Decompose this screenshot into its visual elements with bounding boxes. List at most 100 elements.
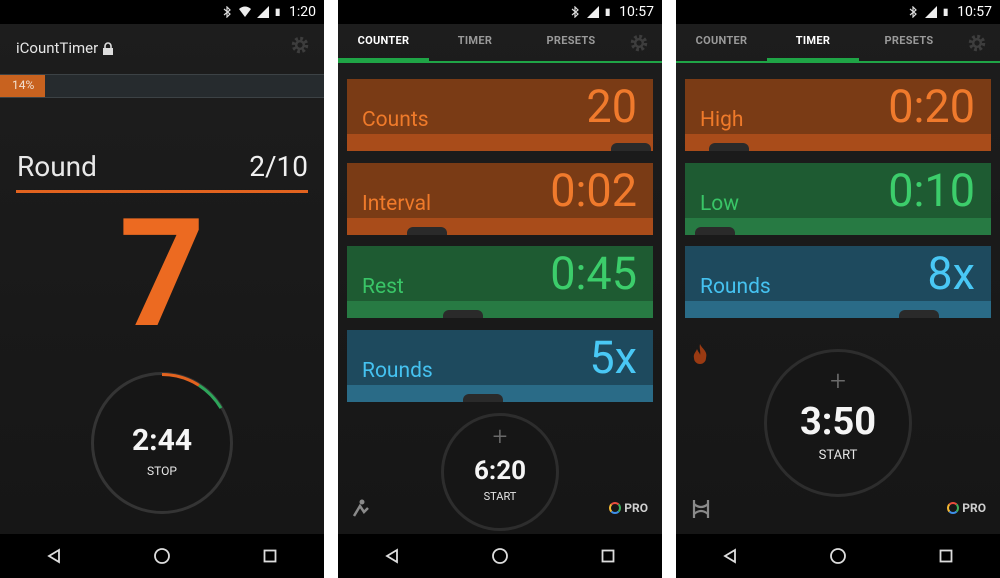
rest-card[interactable]: Rest 0:45 [347,246,653,318]
status-bar: 10:57 [676,0,1000,24]
start-button[interactable]: + 6:20 START [441,413,559,531]
timer-time: 6:20 [473,456,527,486]
card-label: Counts [362,108,429,132]
stop-button[interactable]: 2:44 STOP [91,372,233,514]
interval-card[interactable]: Interval 0:02 [347,163,653,235]
battery-icon [943,8,948,16]
card-label: Low [700,192,740,216]
home-button[interactable] [480,536,520,576]
timer-action: STOP [147,464,177,478]
low-card[interactable]: Low 0:10 [685,163,991,235]
tab-bar: COUNTER TIMER PRESETS [676,24,1000,62]
timer-action: START [483,490,517,503]
tab-timer[interactable]: TIMER [429,24,521,62]
back-button[interactable] [34,536,74,576]
navigation-bar [676,534,1000,578]
back-icon [47,548,60,564]
back-button[interactable] [372,536,412,576]
card-band [347,301,653,318]
card-label: Rounds [362,359,433,383]
card-handle[interactable] [611,143,651,151]
tab-bar: COUNTER TIMER PRESETS [338,24,662,62]
battery-icon [275,8,280,16]
main-content: iCountTimer 14% Round 2/10 7 2:44 STOP [0,24,324,534]
timer-arc-segment [161,373,200,387]
pro-label: PRO [624,501,648,515]
timer-arc-segment [198,384,223,409]
rounds-card[interactable]: Rounds 8x [685,246,991,318]
pro-ring-icon [609,502,622,514]
back-icon [723,548,736,564]
card-handle[interactable] [407,227,447,235]
home-icon [830,548,846,564]
card-band [685,301,991,318]
current-count: 7 [118,186,206,362]
phone-screen-counter-running: 1:20 iCountTimer 14% Round 2/10 7 2:44 S… [0,0,324,578]
phone-screen-timer-setup: 10:57 COUNTER TIMER PRESETS High 0:20 Lo… [676,0,1000,578]
card-handle[interactable] [709,143,749,151]
card-value: 0:45 [550,247,637,300]
timer-time: 2:44 [131,423,193,458]
card-handle[interactable] [463,394,503,402]
round-label: Round [17,150,97,183]
pro-badge[interactable]: PRO [947,501,986,515]
timer-action: START [818,448,858,463]
main-content: COUNTER TIMER PRESETS High 0:20 Low 0:10… [676,24,1000,534]
wifi-icon [239,6,251,17]
start-button[interactable]: + 3:50 START [764,349,912,497]
recents-icon [939,549,953,563]
add-time-icon[interactable]: + [444,422,556,452]
gear-icon[interactable] [289,34,311,56]
recents-button[interactable] [250,536,290,576]
add-time-icon[interactable]: + [767,364,909,397]
lock-icon[interactable] [102,41,114,55]
status-time: 1:20 [289,4,316,20]
tab-underline [676,61,1000,63]
fire-icon[interactable] [688,342,712,366]
navigation-bar [0,534,324,578]
card-value: 0:02 [550,164,637,217]
card-handle[interactable] [899,310,939,318]
rounds-card[interactable]: Rounds 5x [347,330,653,402]
gear-icon[interactable] [966,32,988,54]
back-button[interactable] [710,536,750,576]
card-label: Rounds [700,275,771,299]
status-bar: 1:20 [0,0,324,24]
pro-ring-icon [947,502,960,514]
main-content: COUNTER TIMER PRESETS Counts 20 Interval… [338,24,662,534]
recents-button[interactable] [588,536,628,576]
pro-badge[interactable]: PRO [609,501,648,515]
recents-button[interactable] [926,536,966,576]
gear-icon[interactable] [628,32,650,54]
back-icon [385,548,398,564]
card-handle[interactable] [443,310,483,318]
status-time: 10:57 [957,4,992,20]
high-card[interactable]: High 0:20 [685,79,991,151]
tab-counter[interactable]: COUNTER [338,24,429,62]
status-bar: 10:57 [338,0,662,24]
tab-presets[interactable]: PRESETS [859,24,959,62]
battery-icon [605,8,610,16]
bluetooth-icon [223,6,231,18]
tab-presets[interactable]: PRESETS [521,24,621,62]
card-band [347,218,653,235]
card-handle[interactable] [695,227,735,235]
home-button[interactable] [142,536,182,576]
tab-timer[interactable]: TIMER [767,24,859,62]
card-value: 0:10 [888,164,975,217]
card-label: High [700,108,744,132]
recents-icon [263,549,277,563]
tab-counter[interactable]: COUNTER [676,24,767,62]
bluetooth-icon [571,6,580,18]
progress-bar: 14% [0,74,324,98]
home-button[interactable] [818,536,858,576]
workout-icon[interactable] [350,496,376,522]
interval-training-icon[interactable] [688,496,714,522]
counts-card[interactable]: Counts 20 [347,79,653,151]
round-value: 2/10 [249,150,308,183]
app-title: iCountTimer [16,39,114,57]
signal-icon [257,6,269,18]
phone-screen-counter-setup: 10:57 COUNTER TIMER PRESETS Counts 20 In… [338,0,662,578]
card-value: 20 [586,80,637,133]
card-label: Interval [362,192,432,216]
